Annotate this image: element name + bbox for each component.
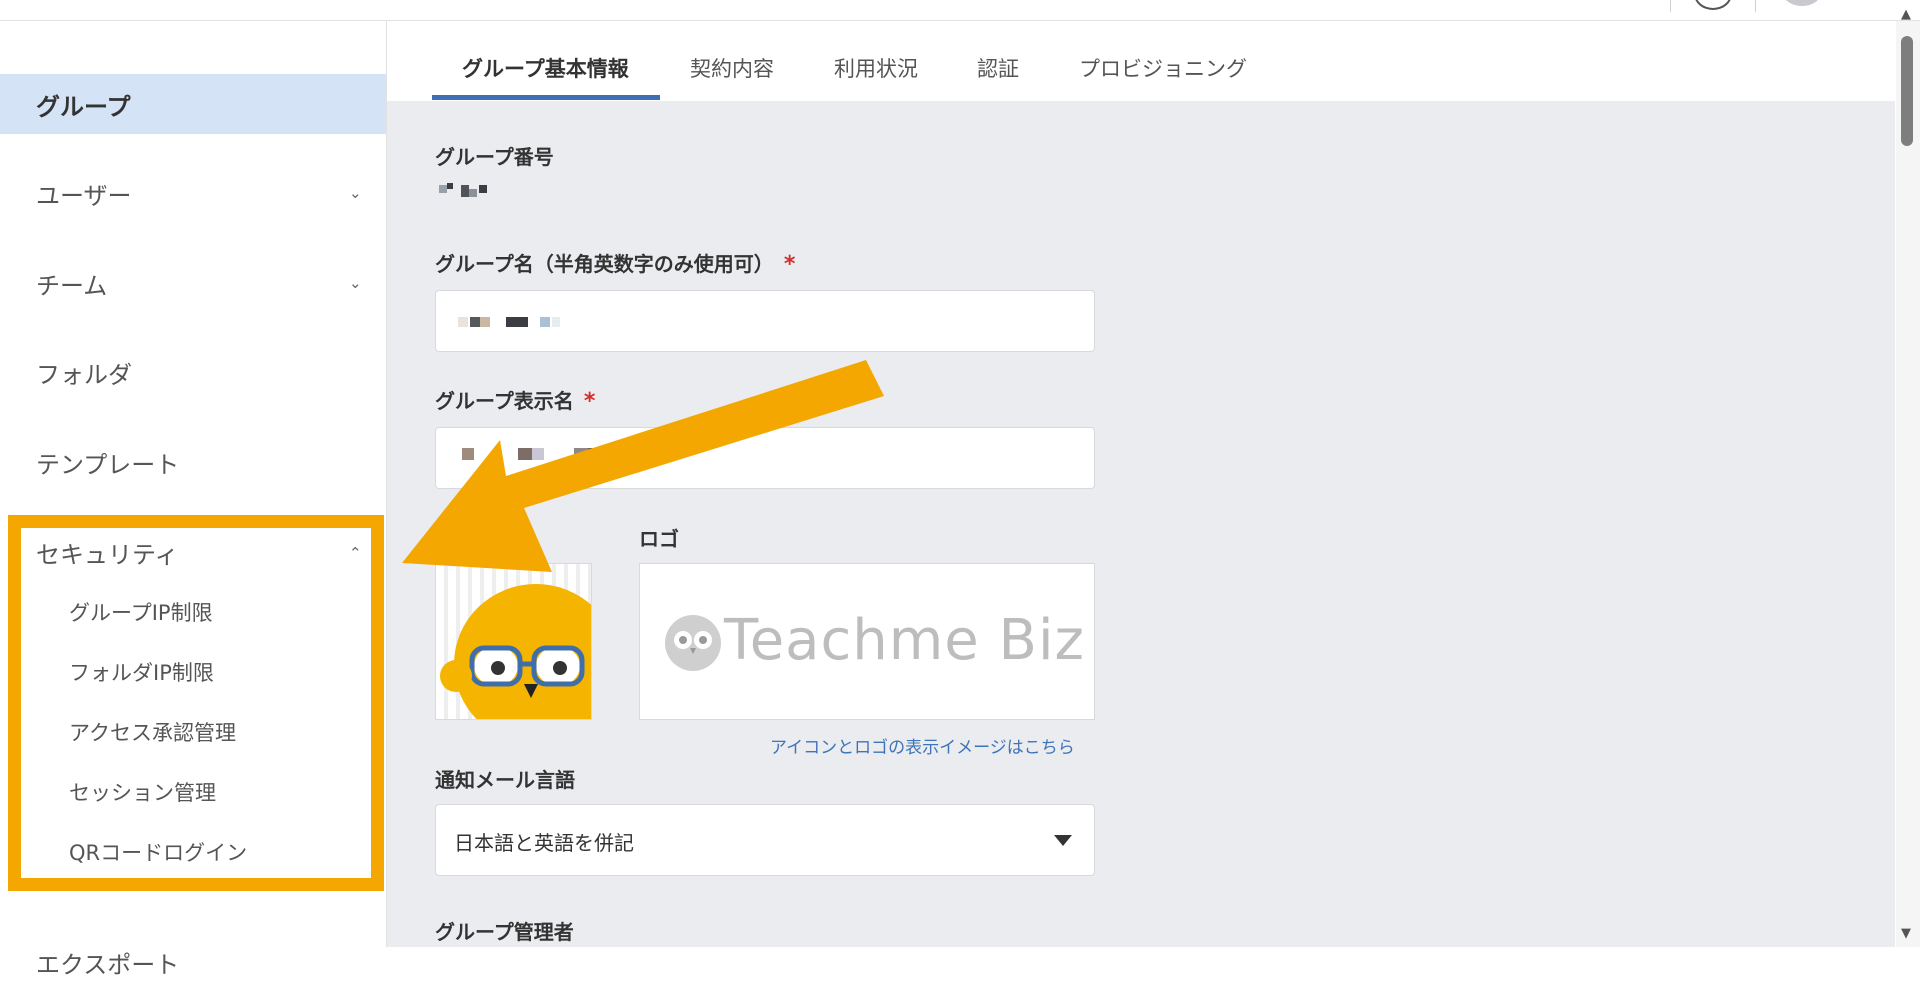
sidebar-item-users[interactable]: ユーザー ⌄: [0, 163, 386, 223]
scroll-up-icon[interactable]: ▲: [1901, 7, 1911, 22]
main-content: グループ基本情報 契約内容 利用状況 認証 プロビジョニング グループ番号 グル…: [387, 21, 1895, 947]
divider: [1755, 0, 1756, 12]
chevron-down-icon[interactable]: ⌄: [349, 184, 362, 202]
scroll-down-icon[interactable]: ▼: [1901, 926, 1911, 941]
active-tab-indicator: [432, 95, 660, 100]
tab-usage[interactable]: 利用状況: [834, 53, 918, 83]
sidebar-item-export[interactable]: エクスポート: [0, 932, 386, 992]
group-number-label: グループ番号: [435, 145, 554, 169]
required-mark: *: [783, 252, 796, 277]
chevron-down-icon[interactable]: ⌄: [349, 274, 362, 292]
top-bar: [0, 0, 1920, 21]
sidebar-item-label: チーム: [36, 271, 108, 300]
sidebar-item-templates[interactable]: テンプレート: [0, 432, 386, 492]
display-name-label: グループ表示名 *: [435, 385, 595, 414]
sidebar-item-folders[interactable]: フォルダ: [0, 342, 386, 402]
highlight-box: [8, 515, 384, 891]
avatar[interactable]: [1782, 0, 1822, 6]
dropdown-arrow-icon: [1054, 835, 1072, 846]
sidebar-item-label: ユーザー: [36, 181, 132, 210]
icon-preview[interactable]: [435, 563, 592, 720]
help-icon[interactable]: [1694, 0, 1732, 10]
admin-label: グループ管理者: [435, 920, 574, 944]
sidebar-item-teams[interactable]: チーム ⌄: [0, 253, 386, 313]
tab-auth[interactable]: 認証: [977, 53, 1019, 83]
mail-lang-select[interactable]: 日本語と英語を併記: [435, 804, 1095, 876]
group-name-label: グループ名（半角英数字のみ使用可） *: [435, 248, 795, 277]
tab-bar: グループ基本情報 契約内容 利用状況 認証 プロビジョニング: [387, 21, 1895, 101]
sidebar-item-group[interactable]: グループ: [0, 74, 386, 134]
owl-logo-icon: [665, 615, 721, 671]
mail-lang-label: 通知メール言語: [435, 768, 575, 792]
display-name-label-text: グループ表示名: [435, 389, 574, 413]
sidebar-item-label: フォルダ: [36, 360, 132, 389]
owl-icon: [440, 584, 591, 719]
group-name-label-text: グループ名（半角英数字のみ使用可）: [435, 252, 774, 276]
sidebar-item-label: テンプレート: [36, 450, 180, 479]
preview-link[interactable]: アイコンとロゴの表示イメージはこちら: [770, 733, 1075, 758]
scroll-thumb[interactable]: [1901, 36, 1913, 146]
sidebar-item-label: エクスポート: [36, 950, 180, 979]
divider: [1670, 0, 1671, 12]
tab-group-basic-info[interactable]: グループ基本情報: [462, 53, 629, 83]
group-name-field[interactable]: [435, 290, 1095, 352]
tab-contract[interactable]: 契約内容: [690, 53, 774, 83]
display-name-field[interactable]: [435, 427, 1095, 489]
group-number-value: [439, 183, 499, 199]
logo-preview[interactable]: Teachme Biz: [639, 563, 1095, 720]
logo-label: ロゴ: [639, 527, 679, 551]
scrollbar[interactable]: ▲ ▼: [1896, 7, 1920, 947]
logo-text: Teachme Biz: [724, 608, 1085, 673]
sidebar-item-label: グループ: [36, 92, 131, 121]
required-mark: *: [583, 389, 596, 414]
mail-lang-value: 日本語と英語を併記: [454, 831, 634, 855]
tab-provisioning[interactable]: プロビジョニング: [1079, 53, 1247, 83]
